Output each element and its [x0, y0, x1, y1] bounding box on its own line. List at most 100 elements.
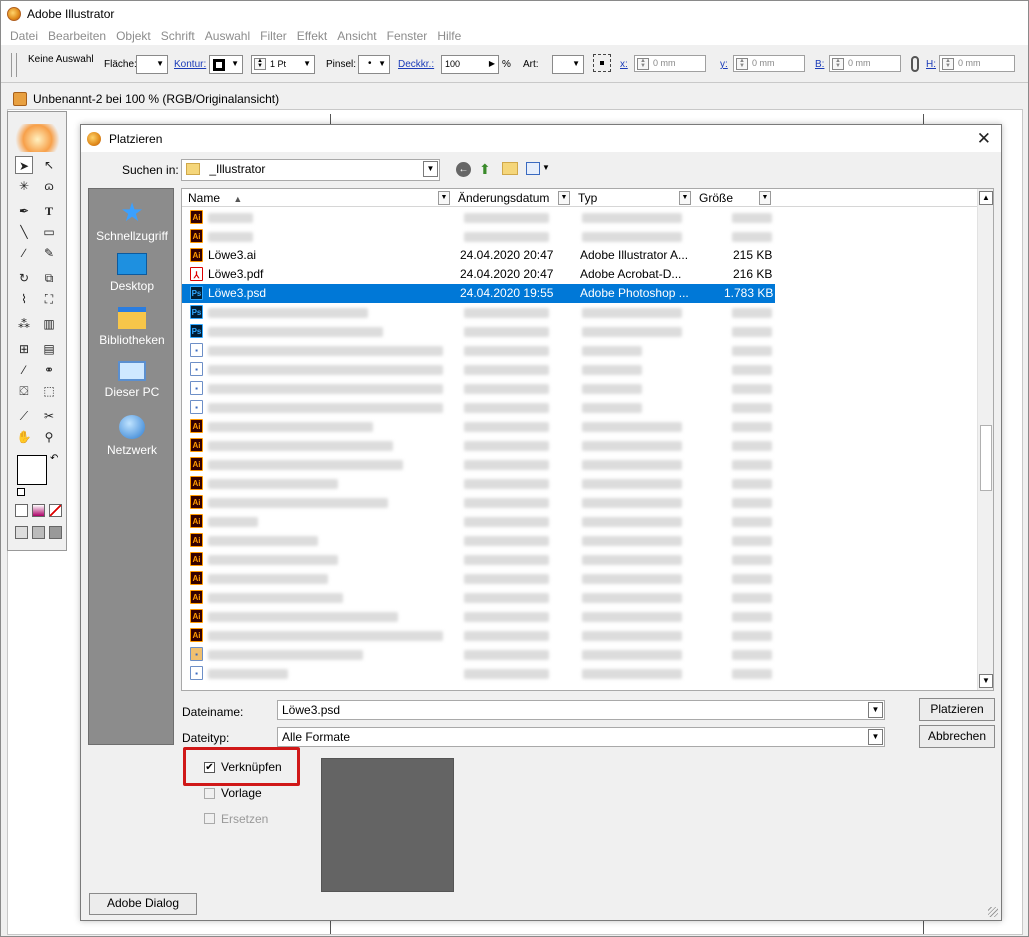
column-type-filter-icon[interactable]: ▼ [679, 191, 691, 205]
swap-colors-icon[interactable]: ↶ [50, 453, 58, 464]
fill-color-icon[interactable] [17, 455, 47, 485]
x-field[interactable]: ▲ ▼ 0 mm [634, 55, 706, 72]
stroke-label[interactable]: Kontur: [174, 59, 206, 70]
list-item-blurred[interactable]: Ai [182, 493, 977, 512]
list-item-blurred[interactable]: ▪ [182, 398, 977, 417]
menu-bearbeiten[interactable]: Bearbeiten [48, 29, 106, 43]
view-menu-icon[interactable] [526, 162, 540, 175]
menu-datei[interactable]: Datei [10, 29, 38, 43]
column-type[interactable]: Typ [578, 191, 597, 205]
control-bar-grip[interactable] [11, 53, 17, 77]
place-quick-access[interactable]: ★ Schnellzugriff [89, 199, 175, 243]
list-item-blurred[interactable]: Ai [182, 474, 977, 493]
scroll-up-icon[interactable]: ▲ [979, 191, 993, 205]
x-label[interactable]: x: [620, 59, 628, 70]
graph-tool-icon[interactable]: ▥ [40, 315, 58, 333]
screen-mode-full-menu-icon[interactable] [32, 526, 45, 539]
list-item-blurred[interactable]: ▪ [182, 379, 977, 398]
list-item-blurred[interactable]: Ai [182, 550, 977, 569]
stroke-weight-spinner-icon[interactable]: ▲ ▼ [254, 58, 266, 70]
gradient-mode-icon[interactable] [32, 504, 45, 517]
rotate-tool-icon[interactable]: ↻ [15, 269, 33, 287]
column-name-filter-icon[interactable]: ▼ [438, 191, 450, 205]
column-date-filter-icon[interactable]: ▼ [558, 191, 570, 205]
width-label[interactable]: B: [815, 59, 824, 70]
live-paint-bucket-icon[interactable]: ⛋ [15, 382, 33, 400]
list-item-lowe3-pdf[interactable]: ⅄ Löwe3.pdf 24.04.2020 20:47 Adobe Acrob… [182, 265, 977, 284]
list-item-lowe3-psd[interactable]: Ps Löwe3.psd 24.04.2020 19:55 Adobe Phot… [182, 284, 775, 303]
list-item-blurred[interactable]: Ai [182, 626, 977, 645]
list-item-blurred[interactable]: Ai [182, 455, 977, 474]
file-list-scrollbar[interactable]: ▲ ▼ [977, 189, 993, 690]
width-spinner-icon[interactable]: ▲ ▼ [832, 58, 844, 70]
column-name[interactable]: Name ▲ [188, 191, 242, 205]
list-item-blurred[interactable]: ▪ [182, 341, 977, 360]
list-item-blurred[interactable]: Ps [182, 303, 977, 322]
hand-tool-icon[interactable]: ✋ [15, 428, 33, 446]
pen-tool-icon[interactable]: ✒ [15, 202, 33, 220]
place-libraries[interactable]: Bibliotheken [89, 307, 175, 347]
width-field[interactable]: ▲ ▼ 0 mm [829, 55, 901, 72]
list-item-blurred[interactable]: Ai [182, 208, 977, 227]
gradient-tool-icon[interactable]: ▤ [40, 340, 58, 358]
stroke-swatch-dropdown[interactable]: ▼ [209, 55, 243, 74]
zoom-tool-icon[interactable]: ⚲ [40, 428, 58, 446]
view-menu-chevron-icon[interactable]: ▼ [542, 163, 550, 172]
height-label[interactable]: H: [926, 59, 936, 70]
direct-selection-tool-icon[interactable]: ↖ [40, 156, 58, 174]
list-item-blurred[interactable]: Ps [182, 322, 977, 341]
eyedropper-tool-icon[interactable]: ⁄ [15, 361, 33, 379]
list-item-blurred[interactable]: ▪ [182, 664, 977, 683]
menu-hilfe[interactable]: Hilfe [437, 29, 461, 43]
mesh-tool-icon[interactable]: ⊞ [15, 340, 33, 358]
chevron-down-icon[interactable]: ▼ [868, 702, 883, 718]
column-date[interactable]: Änderungsdatum [458, 191, 549, 205]
opacity-label[interactable]: Deckkr.: [398, 59, 434, 70]
reference-point-icon[interactable] [593, 54, 611, 72]
document-tab[interactable]: Unbenannt-2 bei 100 % (RGB/Originalansic… [7, 89, 1023, 109]
screen-mode-full-icon[interactable] [49, 526, 62, 539]
list-item-blurred[interactable]: Ai [182, 569, 977, 588]
blend-mode-dropdown[interactable]: ▼ [552, 55, 584, 74]
list-item-blurred[interactable]: Ai [182, 607, 977, 626]
symbol-sprayer-tool-icon[interactable]: ⁂ [15, 315, 33, 333]
pencil-tool-icon[interactable]: ✎ [40, 244, 58, 262]
filetype-select[interactable]: Alle Formate ▼ [277, 727, 885, 747]
height-field[interactable]: ▲ ▼ 0 mm [939, 55, 1015, 72]
chevron-down-icon[interactable]: ▼ [868, 729, 883, 745]
screen-mode-normal-icon[interactable] [15, 526, 28, 539]
menu-fenster[interactable]: Fenster [387, 29, 428, 43]
free-transform-tool-icon[interactable]: ⛶ [40, 290, 58, 308]
list-item-blurred[interactable]: Ai [182, 417, 977, 436]
scrollbar-thumb[interactable] [980, 425, 992, 491]
menu-filter[interactable]: Filter [260, 29, 287, 43]
menu-effekt[interactable]: Effekt [297, 29, 327, 43]
magic-wand-tool-icon[interactable]: ✳ [15, 177, 33, 195]
place-this-pc[interactable]: Dieser PC [89, 361, 175, 399]
close-icon[interactable]: ✕ [977, 129, 991, 149]
opacity-field[interactable]: 100 ▶ [441, 55, 499, 74]
menu-objekt[interactable]: Objekt [116, 29, 151, 43]
scroll-down-icon[interactable]: ▼ [979, 674, 993, 688]
column-size-filter-icon[interactable]: ▼ [759, 191, 771, 205]
new-folder-icon[interactable] [502, 162, 518, 175]
lasso-tool-icon[interactable]: ɷ [40, 177, 58, 195]
scissors-tool-icon[interactable]: ✂ [40, 407, 58, 425]
warp-tool-icon[interactable]: ⌇ [15, 290, 33, 308]
scale-tool-icon[interactable]: ⧉ [40, 269, 58, 287]
live-paint-selection-icon[interactable]: ⬚ [40, 382, 58, 400]
stroke-weight-field[interactable]: ▲ ▼ 1 Pt ▼ [251, 55, 315, 74]
paintbrush-tool-icon[interactable]: ∕ [15, 244, 33, 262]
list-item-blurred[interactable]: ▪ [182, 645, 977, 664]
color-mode-icon[interactable] [15, 504, 28, 517]
list-item-blurred[interactable]: Ai [182, 512, 977, 531]
height-spinner-icon[interactable]: ▲ ▼ [942, 58, 954, 70]
menu-auswahl[interactable]: Auswahl [205, 29, 250, 43]
link-proportions-icon[interactable] [911, 56, 919, 72]
fill-swatch-dropdown[interactable]: ▼ [136, 55, 168, 74]
y-field[interactable]: ▲ ▼ 0 mm [733, 55, 805, 72]
column-size[interactable]: Größe [699, 191, 733, 205]
type-tool-icon[interactable]: T [40, 202, 58, 220]
chevron-down-icon[interactable]: ▼ [423, 161, 438, 177]
none-mode-icon[interactable] [49, 504, 62, 517]
